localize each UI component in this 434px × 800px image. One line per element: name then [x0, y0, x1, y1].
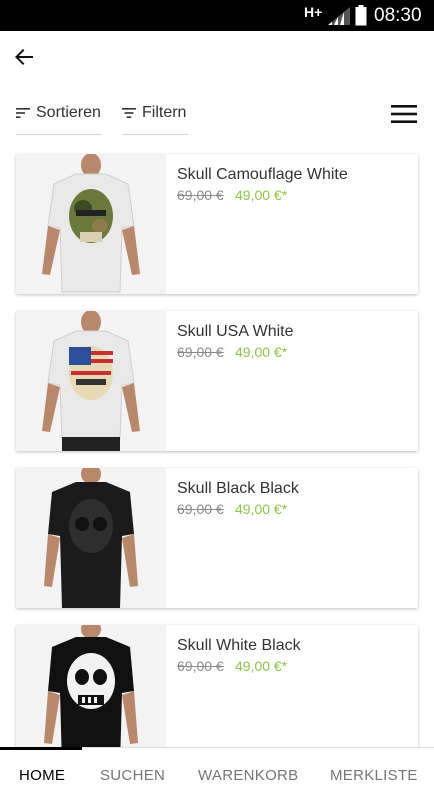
product-card[interactable]: Skull White Black 69,00 € 49,00 €*	[16, 625, 418, 765]
back-button[interactable]	[12, 45, 40, 69]
product-price: 49,00 €*	[235, 344, 288, 360]
network-type: H+	[304, 4, 323, 20]
sort-button[interactable]: Sortieren	[16, 91, 102, 135]
sort-label: Sortieren	[36, 103, 101, 121]
product-name: Skull Camouflage White	[177, 166, 348, 183]
active-tab-indicator	[0, 747, 82, 750]
filter-icon	[122, 107, 136, 118]
product-price: 49,00 €*	[235, 187, 288, 203]
arrow-left-icon	[15, 49, 33, 65]
status-bar: H+ 08:30	[0, 0, 434, 31]
menu-button[interactable]	[390, 103, 418, 125]
product-image	[16, 468, 166, 608]
product-old-price: 69,00 €	[177, 344, 224, 360]
product-name: Skull White Black	[177, 637, 301, 654]
nav-home[interactable]: HOME	[19, 767, 65, 784]
product-image	[16, 154, 166, 294]
product-price: 49,00 €*	[235, 501, 288, 517]
nav-cart[interactable]: WARENKORB	[198, 767, 299, 784]
product-image	[16, 625, 166, 765]
product-name: Skull USA White	[177, 323, 294, 340]
bottom-navigation: HOME SUCHEN WARENKORB MERKLISTE	[0, 747, 434, 800]
product-old-price: 69,00 €	[177, 187, 224, 203]
sort-icon	[16, 107, 30, 118]
product-old-price: 69,00 €	[177, 501, 224, 517]
filter-label: Filtern	[142, 103, 187, 121]
signal-icon	[328, 7, 350, 30]
product-card[interactable]: Skull Camouflage White 69,00 € 49,00 €*	[16, 154, 418, 294]
product-old-price: 69,00 €	[177, 658, 224, 674]
nav-search[interactable]: SUCHEN	[100, 767, 165, 784]
nav-wishlist[interactable]: MERKLISTE	[330, 767, 418, 784]
product-name: Skull Black Black	[177, 480, 299, 497]
product-image	[16, 311, 166, 451]
product-card[interactable]: Skull USA White 69,00 € 49,00 €*	[16, 311, 418, 451]
product-price: 49,00 €*	[235, 658, 288, 674]
app-bar: Sortieren Filtern	[0, 31, 434, 151]
product-card[interactable]: Skull Black Black 69,00 € 49,00 €*	[16, 468, 418, 608]
hamburger-menu-icon	[391, 105, 417, 123]
status-time: 08:30	[374, 5, 422, 26]
filter-button[interactable]: Filtern	[122, 91, 188, 135]
battery-icon	[355, 5, 367, 31]
